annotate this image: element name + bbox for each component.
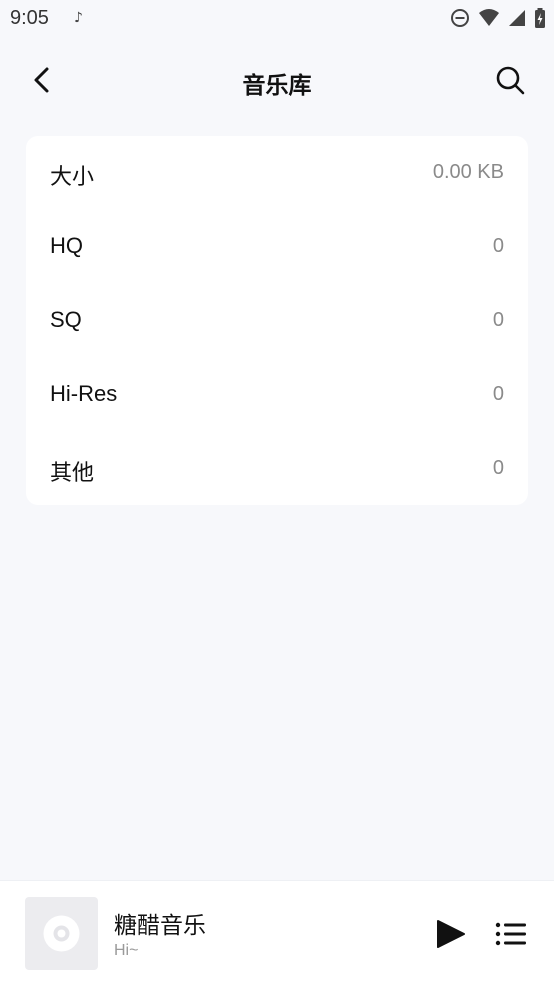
- do-not-disturb-icon: [451, 9, 469, 27]
- stat-row-size[interactable]: 大小 0.00 KB: [26, 136, 528, 210]
- disc-icon: [43, 915, 80, 952]
- play-button[interactable]: [432, 916, 468, 952]
- song-subtitle: Hi~: [114, 942, 139, 959]
- music-notification-icon: ♪: [74, 10, 83, 26]
- stat-row-hi-res[interactable]: Hi-Res 0: [26, 358, 528, 432]
- search-icon: [496, 66, 525, 95]
- playlist-icon: [495, 922, 526, 946]
- stat-row-hq[interactable]: HQ 0: [26, 210, 528, 284]
- wifi-icon: [479, 9, 499, 26]
- library-stats-card: 大小 0.00 KB HQ 0 SQ 0 Hi-Res 0 其他 0: [26, 136, 528, 505]
- stat-label: 其他: [50, 460, 95, 485]
- song-title: 糖醋音乐: [114, 913, 206, 939]
- stat-label: Hi-Res: [50, 381, 118, 406]
- stat-row-sq[interactable]: SQ 0: [26, 284, 528, 358]
- header: 音乐库: [0, 48, 554, 112]
- status-time: 9:05: [10, 7, 49, 29]
- status-bar: 9:05 ♪: [0, 0, 554, 38]
- stat-value: 0: [492, 457, 504, 479]
- status-icons: [450, 7, 546, 29]
- page-title: 音乐库: [242, 73, 312, 99]
- album-cover[interactable]: [25, 897, 98, 970]
- stat-label: 大小: [50, 164, 95, 189]
- battery-charging-icon: [535, 8, 545, 28]
- stat-value: 0: [492, 235, 504, 257]
- stat-value: 0.00 KB: [432, 161, 504, 183]
- mini-player[interactable]: 糖醋音乐 Hi~: [0, 880, 554, 986]
- stat-label: HQ: [50, 233, 83, 258]
- search-button[interactable]: [492, 62, 528, 98]
- stat-row-other[interactable]: 其他 0: [26, 432, 528, 506]
- playlist-button[interactable]: [494, 917, 528, 951]
- stat-label: SQ: [50, 307, 82, 332]
- stat-value: 0: [492, 383, 504, 405]
- signal-icon: [509, 10, 525, 26]
- stat-value: 0: [492, 309, 504, 331]
- play-icon: [437, 920, 465, 948]
